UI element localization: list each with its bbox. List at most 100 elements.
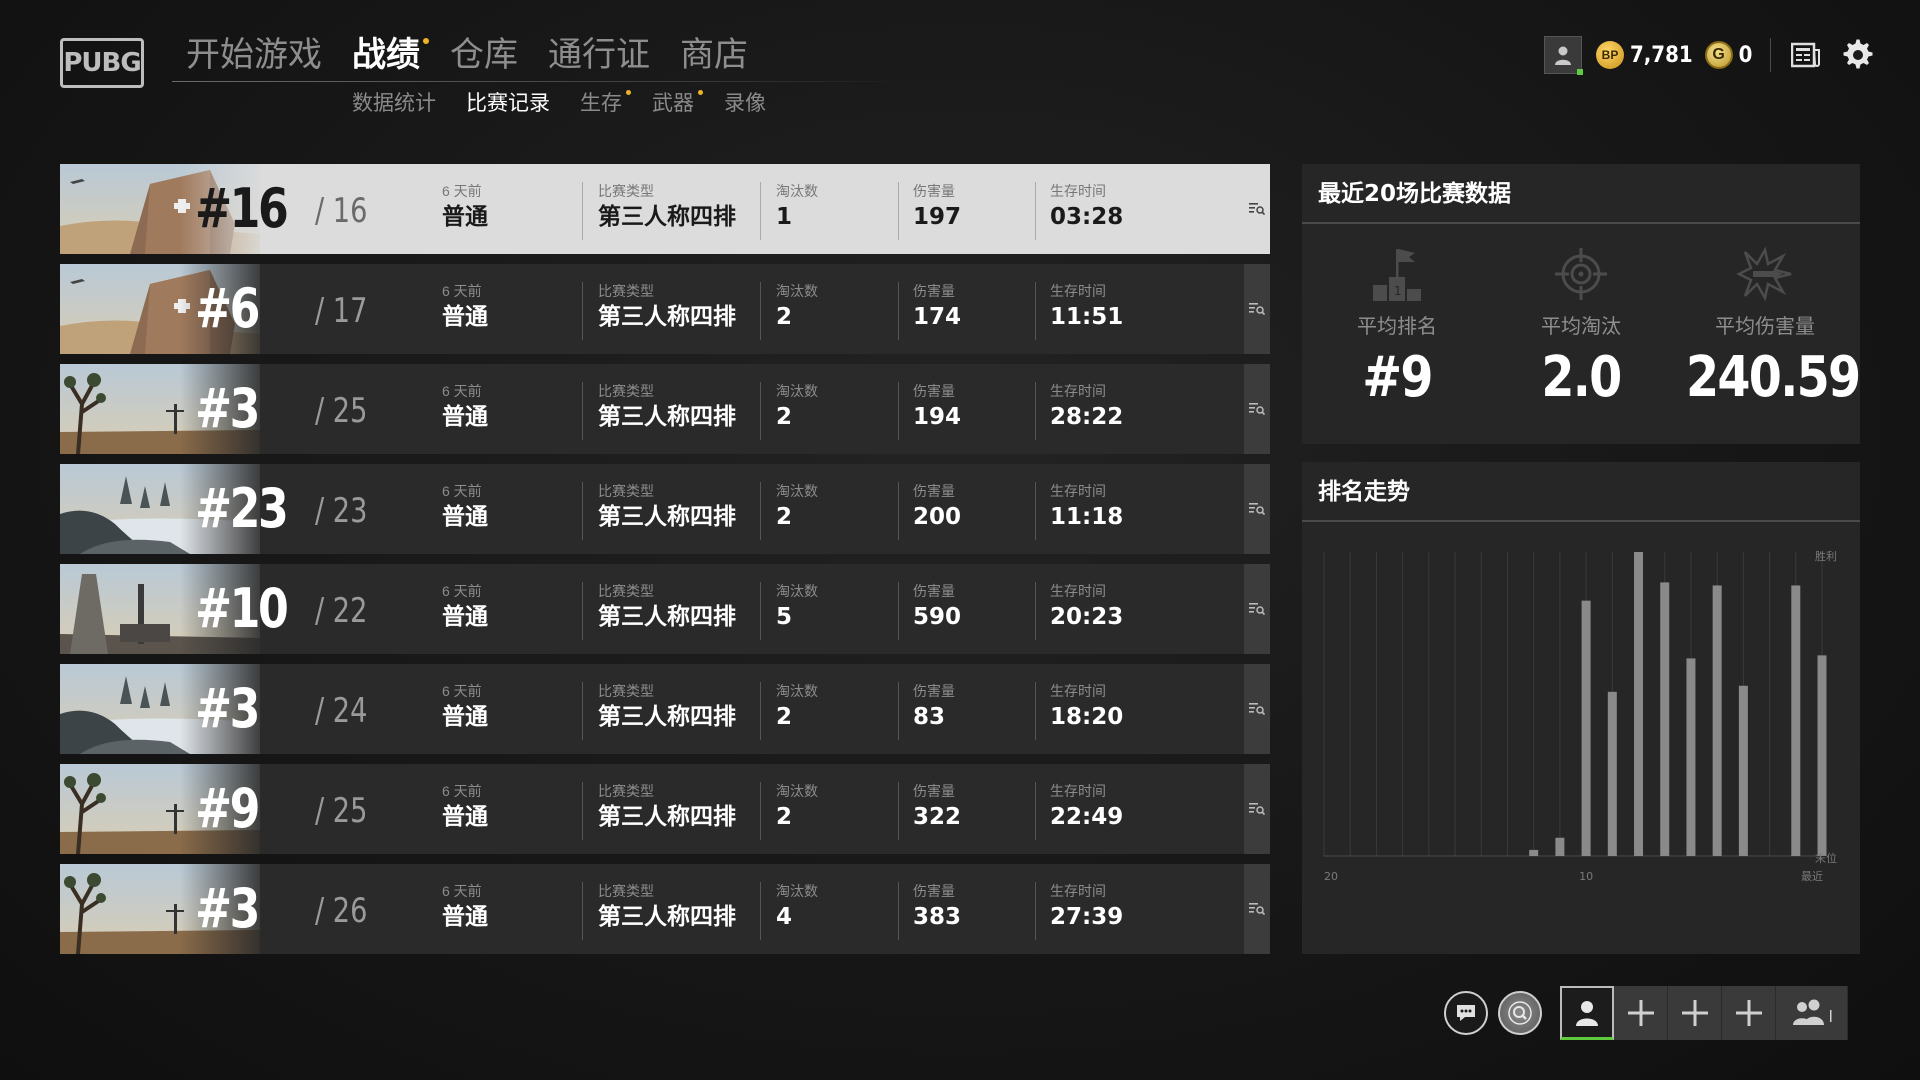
damage-col: 伤害量 194 — [913, 382, 961, 434]
sub-nav-item[interactable]: 生存 — [580, 88, 631, 118]
match-mode: 普通 — [442, 804, 488, 830]
match-row[interactable]: #3 / 24 6 天前 普通 比赛类型 第三人称四排 淘汰数 2 伤害量 83 生存时间 18:20 — [60, 664, 1270, 754]
match-rank: #6 — [195, 277, 260, 340]
match-row[interactable]: #23 / 23 6 天前 普通 比赛类型 第三人称四排 淘汰数 2 伤害量 200 生存时间 11:… — [60, 464, 1270, 554]
match-detail-button[interactable] — [1244, 464, 1270, 554]
profile-button[interactable] — [1544, 36, 1583, 75]
search-list-icon — [1249, 503, 1265, 516]
survival-label: 生存时间 — [1050, 583, 1106, 599]
nav-divider — [172, 81, 912, 82]
squad-slot-invite-1[interactable] — [1614, 986, 1668, 1040]
matchmaking-button[interactable] — [1498, 991, 1542, 1035]
match-type-value: 第三人称四排 — [598, 804, 736, 830]
squad-slot-self[interactable] — [1560, 986, 1614, 1040]
main-nav-label: 通行证 — [548, 35, 650, 75]
match-row[interactable]: #10 / 22 6 天前 普通 比赛类型 第三人称四排 淘汰数 5 伤害量 590 生存时间 20:… — [60, 564, 1270, 654]
kills-col: 淘汰数 2 — [776, 782, 818, 834]
main-nav-item[interactable]: 仓库 — [450, 30, 518, 80]
match-list: #16/ 16 6 天前 普通 比赛类型 第三人称四排 淘汰数 1 伤害量 197 生存时间 03:… — [60, 164, 1270, 964]
sub-nav-item[interactable]: 武器 — [652, 88, 703, 118]
match-type-value: 第三人称四排 — [598, 604, 736, 630]
online-indicator — [1577, 69, 1583, 75]
stats-panel-title: 最近20场比赛数据 — [1302, 164, 1860, 224]
match-row[interactable]: #3 / 26 6 天前 普通 比赛类型 第三人称四排 淘汰数 4 伤害量 383 生存时间 27:3… — [60, 864, 1270, 954]
bp-amount: 7,781 — [1630, 42, 1693, 68]
match-row[interactable]: #9 / 25 6 天前 普通 比赛类型 第三人称四排 淘汰数 2 伤害量 322 生存时间 22:4… — [60, 764, 1270, 854]
chart-top-label: 胜利 — [1815, 549, 1837, 563]
survival-col: 生存时间 27:39 — [1050, 882, 1123, 934]
chat-button[interactable] — [1444, 991, 1488, 1035]
settings-button[interactable] — [1841, 38, 1875, 72]
match-type-col: 比赛类型 第三人称四排 — [598, 682, 736, 734]
match-mode: 普通 — [442, 304, 488, 330]
search-list-icon — [1249, 703, 1265, 716]
sub-nav-item[interactable]: 比赛记录 — [466, 88, 550, 118]
sub-nav-item[interactable]: 录像 — [724, 88, 766, 118]
column-divider — [1035, 682, 1036, 740]
survival-label: 生存时间 — [1050, 383, 1106, 399]
squad-slot-invite-2[interactable] — [1668, 986, 1722, 1040]
match-detail-button[interactable] — [1244, 664, 1270, 754]
kills-label: 淘汰数 — [776, 683, 818, 699]
kills-col: 淘汰数 5 — [776, 582, 818, 634]
survival-col: 生存时间 22:49 — [1050, 782, 1123, 834]
match-rank: #10 — [195, 577, 289, 640]
friends-button[interactable] — [1776, 986, 1848, 1040]
match-time-col: 6 天前 普通 — [442, 882, 488, 934]
damage-label: 伤害量 — [913, 783, 955, 799]
column-divider — [1035, 482, 1036, 540]
kills-label: 淘汰数 — [776, 483, 818, 499]
damage-col: 伤害量 83 — [913, 682, 955, 734]
column-divider — [582, 282, 583, 340]
match-total-teams: / 16 — [315, 191, 368, 231]
kills-value: 4 — [776, 904, 793, 930]
match-mode: 普通 — [442, 704, 488, 730]
match-rank: #9 — [195, 777, 260, 840]
main-nav-label: 仓库 — [450, 35, 518, 75]
survival-value: 11:51 — [1050, 304, 1124, 330]
main-nav-item[interactable]: 开始游戏 — [186, 30, 322, 80]
match-detail-button[interactable] — [1244, 164, 1270, 254]
main-nav-item[interactable]: 通行证 — [548, 30, 650, 80]
match-row[interactable]: #3 / 25 6 天前 普通 比赛类型 第三人称四排 淘汰数 2 伤害量 194 生存时间 28:2… — [60, 364, 1270, 454]
avg-damage-value: 240.59 — [1685, 345, 1861, 410]
bullet-impact-icon — [1736, 246, 1792, 302]
kills-col: 淘汰数 2 — [776, 282, 818, 334]
match-total-teams: / 22 — [315, 591, 368, 631]
column-divider — [760, 282, 761, 340]
avg-kills-label: 平均淘汰 — [1541, 314, 1621, 338]
sub-nav-label: 武器 — [652, 91, 694, 115]
match-detail-button[interactable] — [1244, 764, 1270, 854]
chart-bar — [1660, 582, 1670, 856]
match-type-value: 第三人称四排 — [598, 304, 736, 330]
chat-icon — [1457, 1005, 1475, 1021]
damage-label: 伤害量 — [913, 383, 955, 399]
match-row[interactable]: #6 / 17 6 天前 普通 比赛类型 第三人称四排 淘汰数 2 伤害量 174 生存时间 11:5… — [60, 264, 1270, 354]
match-total-teams: / 26 — [315, 891, 368, 931]
main-nav-item[interactable]: 战绩 — [352, 30, 429, 80]
kills-label: 淘汰数 — [776, 583, 818, 599]
squad-slot-invite-3[interactable] — [1722, 986, 1776, 1040]
damage-value: 383 — [913, 904, 962, 930]
sub-nav-item[interactable]: 数据统计 — [352, 88, 436, 118]
chart-x-tick-label: 最近 — [1801, 870, 1823, 883]
match-type-label: 比赛类型 — [598, 883, 654, 899]
column-divider — [898, 382, 899, 440]
main-nav-item[interactable]: 商店 — [680, 30, 748, 80]
match-time-col: 6 天前 普通 — [442, 782, 488, 834]
match-detail-button[interactable] — [1244, 864, 1270, 954]
match-rank: #3 — [195, 877, 260, 940]
column-divider — [1035, 582, 1036, 640]
match-detail-button[interactable] — [1244, 264, 1270, 354]
chart-bar — [1738, 685, 1748, 856]
survival-col: 生存时间 28:22 — [1050, 382, 1123, 434]
match-row[interactable]: #16 / 16 6 天前 普通 比赛类型 第三人称四排 淘汰数 1 伤害量 197 生存时间 03:… — [60, 164, 1270, 254]
damage-col: 伤害量 197 — [913, 182, 961, 234]
match-detail-button[interactable] — [1244, 564, 1270, 654]
news-button[interactable] — [1789, 38, 1823, 72]
damage-col: 伤害量 383 — [913, 882, 961, 934]
survival-label: 生存时间 — [1050, 883, 1106, 899]
column-divider — [760, 482, 761, 540]
match-detail-button[interactable] — [1244, 364, 1270, 454]
search-list-icon — [1249, 403, 1265, 416]
